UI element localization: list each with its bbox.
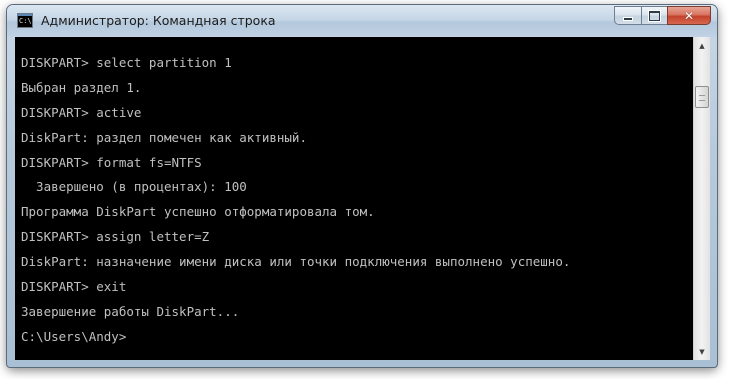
- console-line: DISKPART> exit: [21, 279, 127, 295]
- console-line: Программа DiskPart успешно отформатирова…: [21, 204, 375, 220]
- console-line: DISKPART> active: [21, 104, 142, 120]
- console-line: DiskPart: назначение имени диска или точ…: [21, 254, 571, 270]
- maximize-button[interactable]: [641, 6, 667, 25]
- console-line: Завершено (в процентах): 100: [21, 179, 247, 195]
- close-icon: ✕: [683, 8, 695, 23]
- close-button[interactable]: ✕: [667, 6, 711, 25]
- cmd-icon-text: C:\: [19, 17, 32, 25]
- caption-buttons: ✕: [614, 6, 711, 25]
- maximize-icon: [649, 10, 660, 21]
- cmd-icon[interactable]: C:\: [17, 13, 33, 28]
- console-output[interactable]: DISKPART> select partition 1 Выбран разд…: [15, 37, 693, 360]
- vertical-scrollbar[interactable]: ▲ ▼: [693, 37, 710, 360]
- console-line: DiskPart: раздел помечен как активный.: [21, 129, 307, 145]
- minimize-button[interactable]: [614, 6, 641, 25]
- console-prompt-line: C:\Users\Andy>: [21, 328, 127, 344]
- title-bar[interactable]: C:\ Администратор: Командная строка ✕: [7, 5, 717, 37]
- minimize-icon: [624, 17, 632, 20]
- console-line: DISKPART> select partition 1: [21, 55, 232, 70]
- scrollbar-thumb[interactable]: [695, 86, 709, 108]
- console-line: DISKPART> assign letter=Z: [21, 229, 210, 245]
- scroll-down-arrow-icon[interactable]: ▼: [694, 343, 710, 360]
- window-title: Администратор: Командная строка: [41, 13, 276, 28]
- console-line: DISKPART> format fs=NTFS: [21, 154, 202, 170]
- console-line: Выбран раздел 1.: [21, 79, 142, 95]
- scroll-up-arrow-icon[interactable]: ▲: [694, 37, 710, 54]
- cmd-window: C:\ Администратор: Командная строка ✕ DI…: [6, 4, 718, 368]
- console-line: Завершение работы DiskPart...: [21, 303, 240, 319]
- console-lines: DISKPART> select partition 1 Выбран разд…: [21, 51, 570, 350]
